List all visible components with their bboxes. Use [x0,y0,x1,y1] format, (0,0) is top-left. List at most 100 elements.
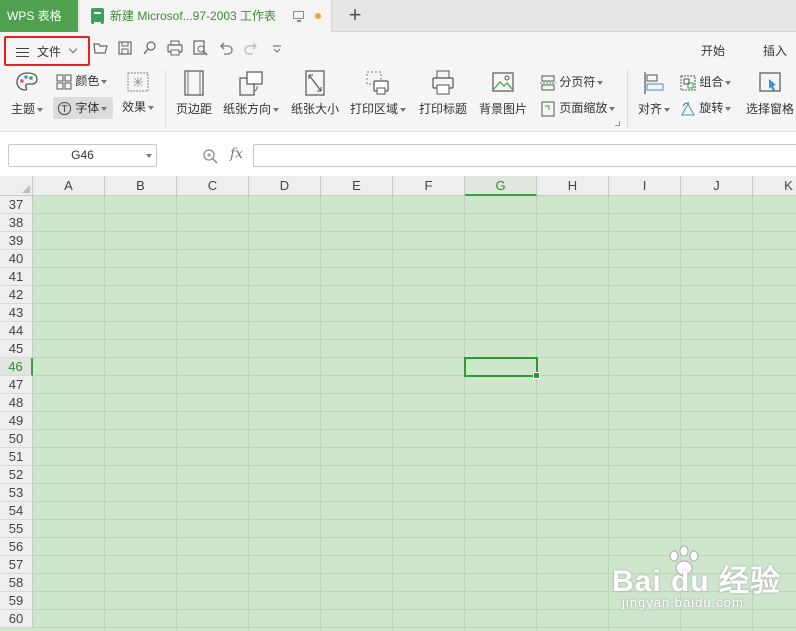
menu-insert[interactable]: 插入 [763,42,787,59]
font-label: 字体 [75,101,100,115]
page-break-button[interactable]: 分页符 [540,73,612,91]
row-header[interactable]: 48 [0,394,33,412]
page-scale-label: 页面缩放 [559,101,608,115]
row-header[interactable]: 47 [0,376,33,394]
print-area-icon [366,71,389,95]
row-gridline [33,483,796,484]
find-icon[interactable] [142,40,158,56]
active-cell[interactable] [464,357,540,379]
column-header[interactable]: D [249,176,321,196]
orientation-button[interactable]: 纸张方向 [220,70,282,117]
name-box[interactable]: G46 [8,144,157,167]
orientation-label: 纸张方向 [222,102,271,116]
margins-button[interactable]: 页边距 [172,70,216,117]
dialog-launcher-icon[interactable] [615,121,620,126]
row-gridline [33,537,796,538]
quick-access-bar: 文件 开始 插入 [0,32,796,66]
page-break-label: 分页符 [559,75,596,89]
column-header[interactable]: E [321,176,393,196]
row-header[interactable]: 57 [0,556,33,574]
row-header[interactable]: 58 [0,574,33,592]
row-header[interactable]: 43 [0,304,33,322]
row-gridline [33,447,796,448]
effect-icon [127,72,149,92]
column-gridline [536,196,537,631]
customize-toolbar-icon[interactable] [269,40,285,56]
font-button[interactable]: 字体 [53,97,113,119]
row-gridline [33,231,796,232]
open-folder-icon[interactable] [93,40,109,56]
file-menu-button[interactable]: 文件 [4,36,90,66]
column-header[interactable]: K [753,176,796,196]
document-tab-title: 新建 Microsof...97-2003 工作表 [110,9,277,23]
formula-input[interactable] [253,144,796,167]
undo-icon[interactable] [218,40,234,56]
column-header[interactable]: B [105,176,177,196]
row-gridline [33,411,796,412]
align-button[interactable]: 对齐 [634,70,674,117]
unsaved-dot-icon [315,13,321,19]
print-titles-button[interactable]: 打印标题 [416,70,470,117]
print-preview-icon[interactable] [192,40,208,56]
row-header[interactable]: 55 [0,520,33,538]
background-image-button[interactable]: 背景图片 [476,70,530,117]
row-header[interactable]: 53 [0,484,33,502]
paper-size-button[interactable]: 纸张大小 [288,70,342,117]
row-header[interactable]: 45 [0,340,33,358]
row-header[interactable]: 44 [0,322,33,340]
group-button[interactable]: 组合 [680,73,738,91]
rotate-button[interactable]: 旋转 [680,99,740,117]
column-gridline [608,196,609,631]
row-header[interactable]: 42 [0,286,33,304]
print-area-button[interactable]: 打印区域 [348,70,408,117]
column-header[interactable]: G [465,176,537,196]
zoom-icon[interactable] [202,148,218,164]
dropdown-arrow-icon[interactable] [146,154,152,158]
column-header[interactable]: I [609,176,681,196]
row-gridline [33,501,796,502]
row-header[interactable]: 39 [0,232,33,250]
row-header[interactable]: 52 [0,466,33,484]
column-header[interactable]: F [393,176,465,196]
new-tab-button[interactable]: + [344,4,366,28]
fx-button[interactable]: fx [230,146,243,162]
column-header[interactable]: C [177,176,249,196]
column-header[interactable]: H [537,176,609,196]
row-header[interactable]: 59 [0,592,33,610]
page-break-icon [540,75,556,91]
selection-pane-button[interactable]: 选择窗格 [744,70,796,117]
row-header[interactable]: 54 [0,502,33,520]
row-header[interactable]: 60 [0,610,33,628]
row-header[interactable]: 41 [0,268,33,286]
effect-button[interactable]: 效果 [118,72,158,115]
row-header[interactable]: 51 [0,448,33,466]
theme-button[interactable]: 主题 [10,70,44,117]
align-label: 对齐 [637,102,662,116]
dropdown-arrow-icon [273,107,279,112]
monitor-icon[interactable] [293,11,304,22]
theme-label: 主题 [10,102,35,116]
row-gridline [33,339,796,340]
column-header[interactable]: A [33,176,105,196]
document-tab[interactable]: 新建 Microsof...97-2003 工作表 [80,0,332,32]
row-header[interactable]: 49 [0,412,33,430]
row-header[interactable]: 38 [0,214,33,232]
select-all-corner[interactable] [0,176,33,196]
row-header[interactable]: 37 [0,196,33,214]
color-button[interactable]: 颜色 [56,72,112,90]
page-scale-button[interactable]: 页面缩放 [540,99,620,117]
row-header[interactable]: 50 [0,430,33,448]
row-header[interactable]: 40 [0,250,33,268]
redo-icon[interactable] [243,40,259,56]
app-tab[interactable]: WPS 表格 [0,0,78,32]
menu-start[interactable]: 开始 [701,42,725,59]
save-icon[interactable] [117,40,133,56]
print-icon[interactable] [167,40,183,56]
column-header[interactable]: J [681,176,753,196]
row-gridline [33,519,796,520]
row-header[interactable]: 46 [0,358,33,376]
row-header[interactable]: 56 [0,538,33,556]
ribbon-separator [627,70,628,128]
column-gridline [176,196,177,631]
row-gridline [33,429,796,430]
